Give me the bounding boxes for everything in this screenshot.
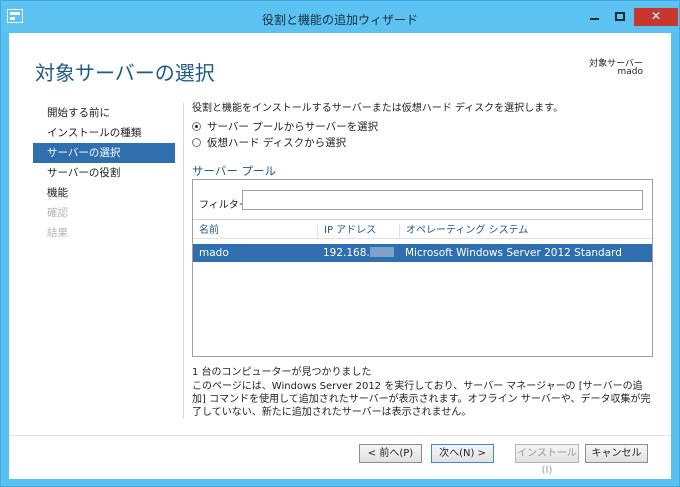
wizard-window: 役割と機能の追加ウィザード ✕ 対象サーバーの選択 対象サーバー mado 開始…	[0, 0, 680, 487]
cell-operating-system: Microsoft Windows Server 2012 Standard	[405, 247, 622, 259]
option-server-pool[interactable]: サーバー プールからサーバーを選択	[192, 120, 378, 134]
nav-item-server-roles[interactable]: サーバーの役割	[33, 163, 175, 183]
cell-ip-address: 192.168.	[323, 247, 394, 259]
radio-unselected-icon[interactable]	[192, 138, 201, 147]
nav-item-server-selection[interactable]: サーバーの選択	[33, 143, 175, 163]
cell-ip-text: 192.168.	[323, 247, 370, 259]
minimize-icon	[590, 18, 599, 20]
nav-item-installation-type[interactable]: インストールの種類	[33, 123, 175, 143]
server-pool-title: サーバー プール	[192, 164, 277, 178]
previous-button[interactable]: < 前へ(P)	[359, 444, 422, 463]
result-count: 1 台のコンピューターが見つかりました	[192, 367, 372, 378]
option-virtual-disk-label: 仮想ハード ディスクから選択	[207, 137, 347, 149]
window-title: 役割と機能の追加ウィザード	[261, 13, 418, 27]
table-header: 名前 IP アドレス オペレーティング システム	[193, 219, 652, 239]
nav-item-features[interactable]: 機能	[33, 183, 175, 203]
column-header-ip[interactable]: IP アドレス	[317, 224, 400, 238]
nav-item-before-you-begin[interactable]: 開始する前に	[33, 103, 175, 123]
nav-divider	[183, 103, 184, 419]
column-header-name[interactable]: 名前	[193, 224, 317, 238]
option-virtual-disk[interactable]: 仮想ハード ディスクから選択	[192, 136, 346, 150]
option-server-pool-label: サーバー プールからサーバーを選択	[207, 121, 379, 133]
destination-server-name: mado	[617, 67, 643, 77]
wizard-nav: 開始する前に インストールの種類 サーバーの選択 サーバーの役割 機能 確認 結…	[33, 103, 175, 243]
maximize-icon	[615, 12, 625, 21]
nav-item-results: 結果	[47, 227, 68, 239]
cancel-button[interactable]: キャンセル	[585, 444, 648, 463]
description-text: このページには、Windows Server 2012 を実行しており、サーバー…	[192, 381, 651, 418]
maximize-button[interactable]	[607, 8, 633, 26]
footer-divider	[9, 435, 671, 436]
wizard-header: 対象サーバーの選択 対象サーバー mado	[9, 33, 671, 95]
table-row[interactable]: mado 192.168. Microsoft Windows Server 2…	[193, 244, 652, 262]
nav-item-confirmation: 確認	[47, 207, 68, 219]
next-button[interactable]: 次へ(N) >	[431, 444, 494, 463]
title-bar[interactable]: 役割と機能の追加ウィザード ✕	[1, 1, 679, 33]
filter-input[interactable]	[242, 190, 643, 210]
minimize-button[interactable]	[581, 8, 607, 26]
install-button: インストール(I)	[515, 444, 579, 476]
instruction-text: 役割と機能をインストールするサーバーまたは仮想ハード ディスクを選択します。	[192, 103, 564, 114]
cell-server-name: mado	[199, 247, 229, 259]
radio-selected-icon[interactable]	[192, 122, 201, 131]
close-button[interactable]: ✕	[634, 8, 678, 26]
close-icon: ✕	[650, 9, 662, 23]
page-title: 対象サーバーの選択	[35, 61, 215, 85]
server-pool-panel: フィルター: 名前 IP アドレス オペレーティング システム mado 192…	[192, 179, 653, 357]
ip-redaction	[369, 247, 394, 257]
wizard-client-area: 対象サーバーの選択 対象サーバー mado 開始する前に インストールの種類 サ…	[9, 33, 671, 479]
column-header-os[interactable]: オペレーティング システム	[399, 224, 636, 238]
resize-grip[interactable]	[669, 476, 677, 484]
